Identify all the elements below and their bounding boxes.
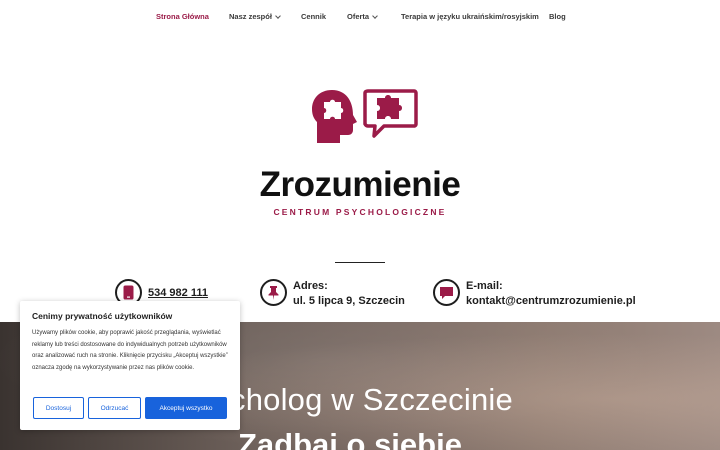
cookie-title: Cenimy prywatność użytkowników	[32, 311, 173, 321]
main-nav: Strona Główna Nasz zespół Cennik Oferta …	[0, 0, 720, 36]
nav-item-offer[interactable]: Oferta	[347, 12, 378, 21]
nav-item-label: Blog	[549, 12, 566, 21]
brand-logo[interactable]	[310, 88, 418, 146]
hero-title: cholog w Szczecinie	[230, 382, 513, 417]
cookie-buttons: Dostosuj Odrzucać Akceptuj wszystko	[33, 397, 227, 419]
cookie-text: Używamy plików cookie, aby poprawić jako…	[32, 330, 228, 371]
nav-item-blog[interactable]: Blog	[549, 12, 566, 21]
hero-subtitle: Zadbaj o siebie	[238, 427, 462, 450]
address-label: Adres:	[293, 280, 328, 292]
email-link[interactable]: kontakt@centrumzrozumienie.pl	[466, 295, 636, 307]
contact-email: E-mail: kontakt@centrumzrozumienie.pl	[433, 279, 636, 309]
nav-item-label: Oferta	[347, 12, 370, 21]
nav-item-label: Strona Główna	[156, 12, 209, 21]
accept-all-button[interactable]: Akceptuj wszystko	[145, 397, 227, 419]
phone-link[interactable]: 534 982 111	[148, 286, 208, 301]
nav-item-label: Nasz zespół	[229, 12, 272, 21]
section-divider	[335, 262, 385, 263]
reject-button[interactable]: Odrzucać	[88, 397, 141, 419]
chevron-down-icon	[372, 12, 378, 19]
map-pin-icon	[260, 279, 287, 306]
nav-item-label: Terapia w języku ukraińskim/rosyjskim	[401, 12, 539, 21]
chat-bubble-icon	[433, 279, 460, 306]
brand-tagline: CENTRUM PSYCHOLOGICZNE	[273, 207, 447, 217]
speech-bubble-puzzle-icon	[363, 89, 418, 138]
nav-item-label: Cennik	[301, 12, 327, 21]
nav-item-pricing[interactable]: Cennik	[301, 12, 326, 21]
chevron-down-icon	[275, 12, 281, 19]
nav-item-team[interactable]: Nasz zespół	[229, 12, 281, 21]
nav-item-home[interactable]: Strona Główna	[156, 12, 209, 21]
nav-item-therapy-ukrainian[interactable]: Terapia w języku ukraińskim/rosyjskim	[401, 12, 539, 21]
contact-address: Adres: ul. 5 lipca 9, Szczecin	[260, 279, 405, 309]
brand-name: Zrozumienie	[259, 165, 461, 204]
address-value: ul. 5 lipca 9, Szczecin	[293, 295, 405, 307]
cookie-consent-banner: Cenimy prywatność użytkowników Używamy p…	[20, 301, 240, 430]
email-label: E-mail:	[466, 280, 503, 292]
customize-button[interactable]: Dostosuj	[33, 397, 84, 419]
head-puzzle-icon	[312, 90, 357, 143]
